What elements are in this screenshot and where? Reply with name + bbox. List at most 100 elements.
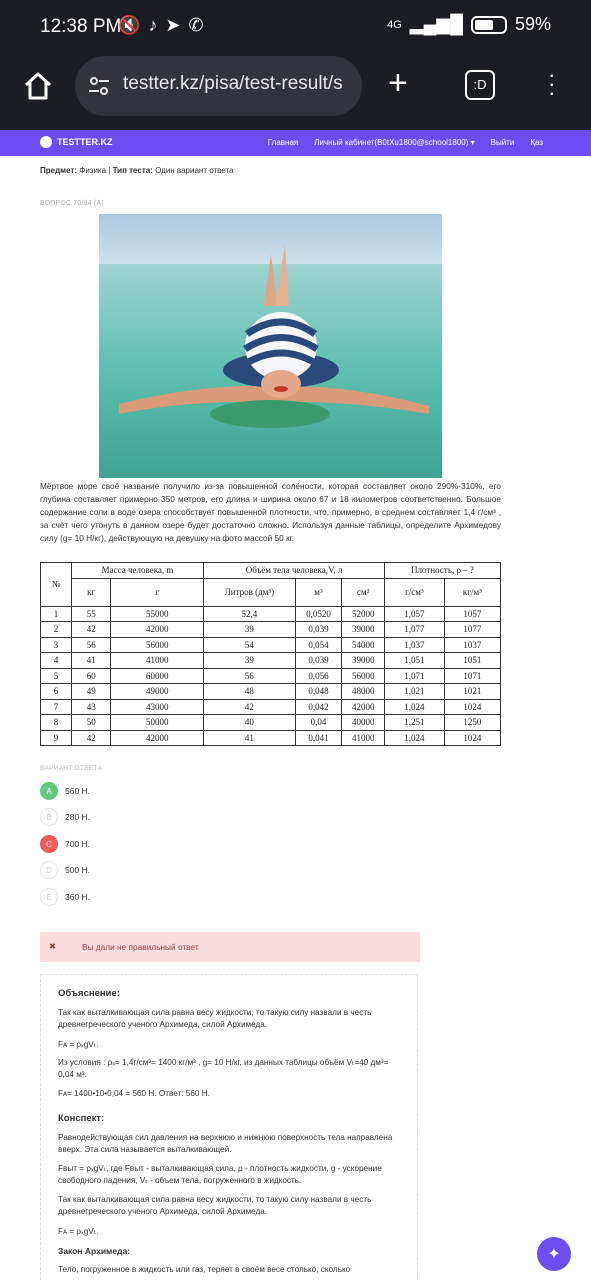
table-cell: 1,024 [384,729,445,746]
table-cell: 1021 [443,683,502,700]
status-right: 4G ▂▄▆█ 59% [387,14,551,35]
table-cell: 4 [40,652,72,669]
table-row: 8 50 50000 40 0,04 40000 1,251 1250 [40,714,502,731]
new-tab-button[interactable]: + [388,66,408,100]
table-cell: 2 [40,621,72,638]
table-cell: 56 [70,636,112,653]
table-cell: 0,04 [294,714,343,731]
answer-option-c[interactable]: C 700 Н. [40,834,90,854]
summary-paragraph: Так как выталкивающая сила равна весу жи… [58,1195,372,1216]
site-settings-icon[interactable] [87,74,111,98]
table-cell: 1057 [443,605,502,622]
table-cell: 1,021 [384,683,445,700]
table-cell: 0,039 [294,621,343,638]
question-text: Мёртвое море своё название получило из-з… [40,481,501,543]
table-cell: 41000 [341,729,386,746]
option-text: 700 Н. [65,839,91,849]
option-text: 360 Н. [65,892,91,902]
table-cell: 0,048 [294,683,343,700]
table-cell: 52,4 [203,605,296,622]
address-bar[interactable]: testter.kz/pisa/test-result/s [75,56,362,116]
answer-option-a[interactable]: A 560 Н. [40,781,90,801]
table-cell: 39 [203,621,296,638]
summary-title: Конспект: [58,1113,105,1124]
explanation-paragraph: Так как выталкивающая сила равна весу жи… [58,1008,372,1029]
table-cell: 42000 [110,621,205,638]
table-cell: 42 [70,621,112,638]
table-cell: 40 [203,714,296,731]
nav-link-home[interactable]: Главная [268,138,298,147]
table-subheader: г [110,577,205,607]
table-cell: 1051 [443,652,502,669]
answer-option-e[interactable]: E 360 Н. [40,887,90,907]
archimedes-law-text: Тело, погруженное в жидкость или газ, те… [58,1265,351,1274]
table-cell: 1071 [443,667,502,684]
table-row: 9 42 42000 41 0,041 41000 1,024 1024 [40,729,502,746]
table-subheader: кг/м³ [443,577,502,607]
network-label: 4G [387,18,402,31]
nav-link-account[interactable]: Личный кабинет(B0tXu1800@school1800) ▾ [314,138,474,147]
ai-assistant-button[interactable]: ✦ [537,1237,571,1271]
table-cell: 1,051 [384,652,445,669]
option-letter: A [40,782,58,800]
table-cell: 1024 [443,729,502,746]
explanation-answer: Fᴀ= 1400•10•0,04 = 560 Н. Ответ: 560 Н. [58,1089,210,1098]
nav-link-language[interactable]: Қаз [530,138,543,147]
table-cell: 54000 [341,636,386,653]
table-cell: 0,042 [294,698,343,715]
table-cell: 1,071 [384,667,445,684]
tiktok-icon: ♪ [148,15,158,35]
table-cell: 55000 [110,605,205,622]
whatsapp-icon: ✆ [188,15,204,35]
menu-icon[interactable]: · · · [548,64,555,104]
alert-message: Вы дали не правильный ответ [82,942,199,952]
table-cell: 6 [40,683,72,700]
table-cell: 41000 [110,652,205,669]
table-cell: 43000 [110,698,205,715]
table-cell: 54 [203,636,296,653]
option-text: 560 Н. [65,786,91,796]
explanation-panel: Объяснение: Так как выталкивающая сила р… [40,974,418,1280]
tab-switcher-button[interactable]: :D [465,70,495,100]
table-cell: 1024 [443,698,502,715]
table-row: 2 42 42000 39 0,039 39000 1,077 1077 [40,621,502,638]
table-cell: 42000 [110,729,205,746]
table-cell: 42 [203,698,296,715]
table-cell: 43 [70,698,112,715]
table-cell: 5 [40,667,72,684]
table-cell: 1077 [443,621,502,638]
table-header-density: Плотность, ρ – ? [384,562,501,579]
site-navbar: TESTTER.KZ Главная Личный кабинет(B0tXu1… [0,130,591,156]
status-time: 12:38 PM [40,16,122,37]
test-type-label: Тип теста: [112,166,153,175]
table-row: 5 60 60000 56 0,056 56000 1,071 1071 [40,667,502,684]
answer-option-d[interactable]: D 500 Н. [40,860,90,880]
table-cell: 1,024 [384,698,445,715]
table-cell: 60000 [110,667,205,684]
subject-label: Предмет: [40,166,78,175]
table-cell: 56000 [341,667,386,684]
table-cell: 56000 [110,636,205,653]
answer-option-b[interactable]: B 280 Н. [40,807,90,827]
url-text[interactable]: testter.kz/pisa/test-result/s [123,73,353,95]
table-cell: 1037 [443,636,502,653]
test-type-value: Один вариант ответа [152,166,234,175]
table-subheader: м³ [294,577,343,607]
nav-link-logout[interactable]: Выйти [491,138,515,147]
browser-toolbar: testter.kz/pisa/test-result/s + :D · · · [0,56,591,130]
table-row: 7 43 43000 42 0,042 42000 1,024 1024 [40,698,502,715]
table-cell: 1,077 [384,621,445,638]
table-cell: 41 [203,729,296,746]
table-cell: 0,054 [294,636,343,653]
site-logo[interactable]: TESTTER.KZ [40,136,113,148]
table-cell: 50000 [110,714,205,731]
home-icon[interactable] [22,70,54,102]
table-header-mass: Масса человека, m [70,562,205,579]
sparkle-icon: ✦ [547,1246,561,1263]
table-row: 6 49 49000 48 0,048 48000 1,021 1021 [40,683,502,700]
explanation-title: Объяснение: [58,988,120,999]
battery-icon [470,15,507,34]
table-cell: 42000 [341,698,386,715]
table-cell: 40000 [341,714,386,731]
table-cell: 0,041 [294,729,343,746]
